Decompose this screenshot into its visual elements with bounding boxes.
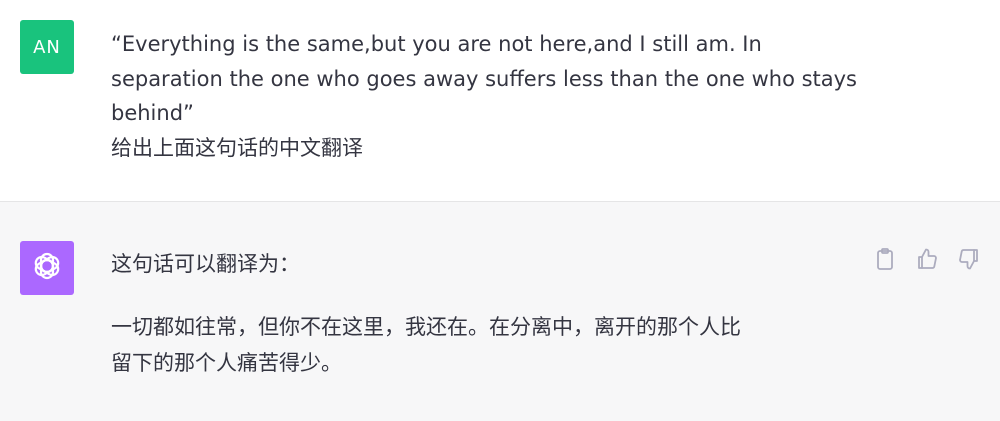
thumbs-up-icon [915, 247, 939, 271]
user-avatar: AN [20, 20, 74, 74]
assistant-message: 这句话可以翻译为： 一切都如往常，但你不在这里，我还在。在分离中，离开的那个人比… [0, 202, 1000, 421]
dislike-button[interactable] [956, 246, 982, 272]
chat-thread: AN “Everything is the same,but you are n… [0, 0, 1000, 421]
like-button[interactable] [914, 246, 940, 272]
user-message-text: “Everything is the same,but you are not … [111, 27, 871, 165]
assistant-translation-line: 留下的那个人痛苦得少。 [111, 351, 342, 375]
assistant-avatar [20, 241, 74, 295]
user-message: AN “Everything is the same,but you are n… [0, 0, 1000, 202]
user-message-line: behind” [111, 101, 194, 125]
message-actions [872, 246, 982, 272]
user-avatar-initials: AN [33, 36, 61, 58]
assistant-translation-line: 一切都如往常，但你不在这里，我还在。在分离中，离开的那个人比 [111, 315, 741, 339]
user-message-line: 给出上面这句话的中文翻译 [111, 135, 363, 160]
assistant-message-text: 这句话可以翻译为： 一切都如往常，但你不在这里，我还在。在分离中，离开的那个人比… [111, 246, 871, 381]
clipboard-icon [874, 247, 896, 271]
copy-button[interactable] [872, 246, 898, 272]
assistant-intro: 这句话可以翻译为： [111, 252, 300, 276]
thumbs-down-icon [957, 247, 981, 271]
user-message-line: “Everything is the same,but you are not … [111, 32, 762, 56]
openai-logo-icon [30, 249, 64, 288]
user-message-line: separation the one who goes away suffers… [111, 66, 858, 91]
